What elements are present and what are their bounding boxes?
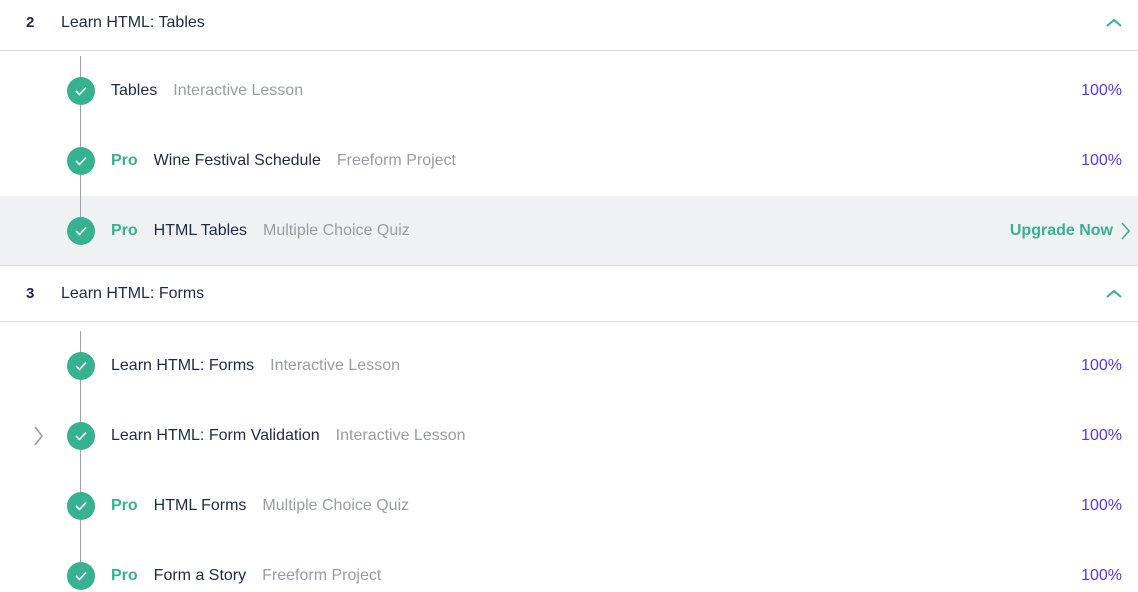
pro-badge: Pro <box>111 497 138 514</box>
check-icon <box>67 562 95 590</box>
lesson-type: Interactive Lesson <box>270 357 400 374</box>
lesson-type: Freeform Project <box>336 152 456 169</box>
section-number: 2 <box>26 14 35 31</box>
chevron-right-icon <box>34 426 43 446</box>
lesson-type: Freeform Project <box>262 567 382 584</box>
check-icon <box>67 77 95 105</box>
section-header-forms[interactable]: 3 Learn HTML: Forms <box>0 266 1138 322</box>
lesson-row-html-tables[interactable]: Pro HTML Tables Multiple Choice Quiz Upg… <box>0 196 1138 266</box>
progress-percent: 100% <box>1081 567 1122 584</box>
check-icon <box>67 422 95 450</box>
lesson-row-form-validation[interactable]: Learn HTML: Form Validation Interactive … <box>0 401 1138 471</box>
upgrade-now-link[interactable]: Upgrade Now <box>1010 222 1130 240</box>
lesson-title: Learn HTML: Form Validation <box>111 427 320 444</box>
section-title: Learn HTML: Forms <box>61 284 205 302</box>
lesson-title: Wine Festival Schedule <box>153 152 321 169</box>
check-icon <box>67 352 95 380</box>
progress-percent: 100% <box>1081 427 1122 444</box>
lesson-row-html-forms[interactable]: Pro HTML Forms Multiple Choice Quiz 100% <box>0 471 1138 541</box>
section-header-tables[interactable]: 2 Learn HTML: Tables <box>0 0 1138 51</box>
lesson-title: HTML Tables <box>153 221 248 239</box>
chevron-up-icon[interactable] <box>1104 13 1124 33</box>
pro-badge: Pro <box>111 221 138 239</box>
check-icon <box>67 492 95 520</box>
chevron-up-icon[interactable] <box>1104 284 1124 304</box>
progress-percent: 100% <box>1081 152 1122 169</box>
pro-badge: Pro <box>111 152 138 169</box>
lesson-row-tables[interactable]: Tables Interactive Lesson 100% <box>0 56 1138 126</box>
lesson-title: Tables <box>111 82 158 99</box>
lesson-title: Learn HTML: Forms <box>111 357 255 374</box>
progress-percent: 100% <box>1081 497 1122 514</box>
lesson-row-wine-festival[interactable]: Pro Wine Festival Schedule Freeform Proj… <box>0 126 1138 196</box>
section-number: 3 <box>26 285 35 302</box>
lesson-type: Multiple Choice Quiz <box>263 221 410 239</box>
chevron-right-icon <box>1121 221 1130 240</box>
upgrade-label: Upgrade Now <box>1009 221 1113 239</box>
check-icon <box>67 216 95 245</box>
lesson-title: HTML Forms <box>153 497 247 514</box>
lesson-type: Multiple Choice Quiz <box>262 497 410 514</box>
lesson-row-learn-forms[interactable]: Learn HTML: Forms Interactive Lesson 100… <box>0 331 1138 401</box>
pro-badge: Pro <box>111 567 138 584</box>
lesson-row-form-a-story[interactable]: Pro Form a Story Freeform Project 100% <box>0 541 1138 592</box>
check-icon <box>67 147 95 175</box>
lesson-title: Form a Story <box>153 567 247 584</box>
lesson-type: Interactive Lesson <box>335 427 466 444</box>
section-title: Learn HTML: Tables <box>61 13 205 31</box>
lesson-type: Interactive Lesson <box>173 82 304 99</box>
progress-percent: 100% <box>1081 82 1122 99</box>
progress-percent: 100% <box>1081 357 1122 374</box>
